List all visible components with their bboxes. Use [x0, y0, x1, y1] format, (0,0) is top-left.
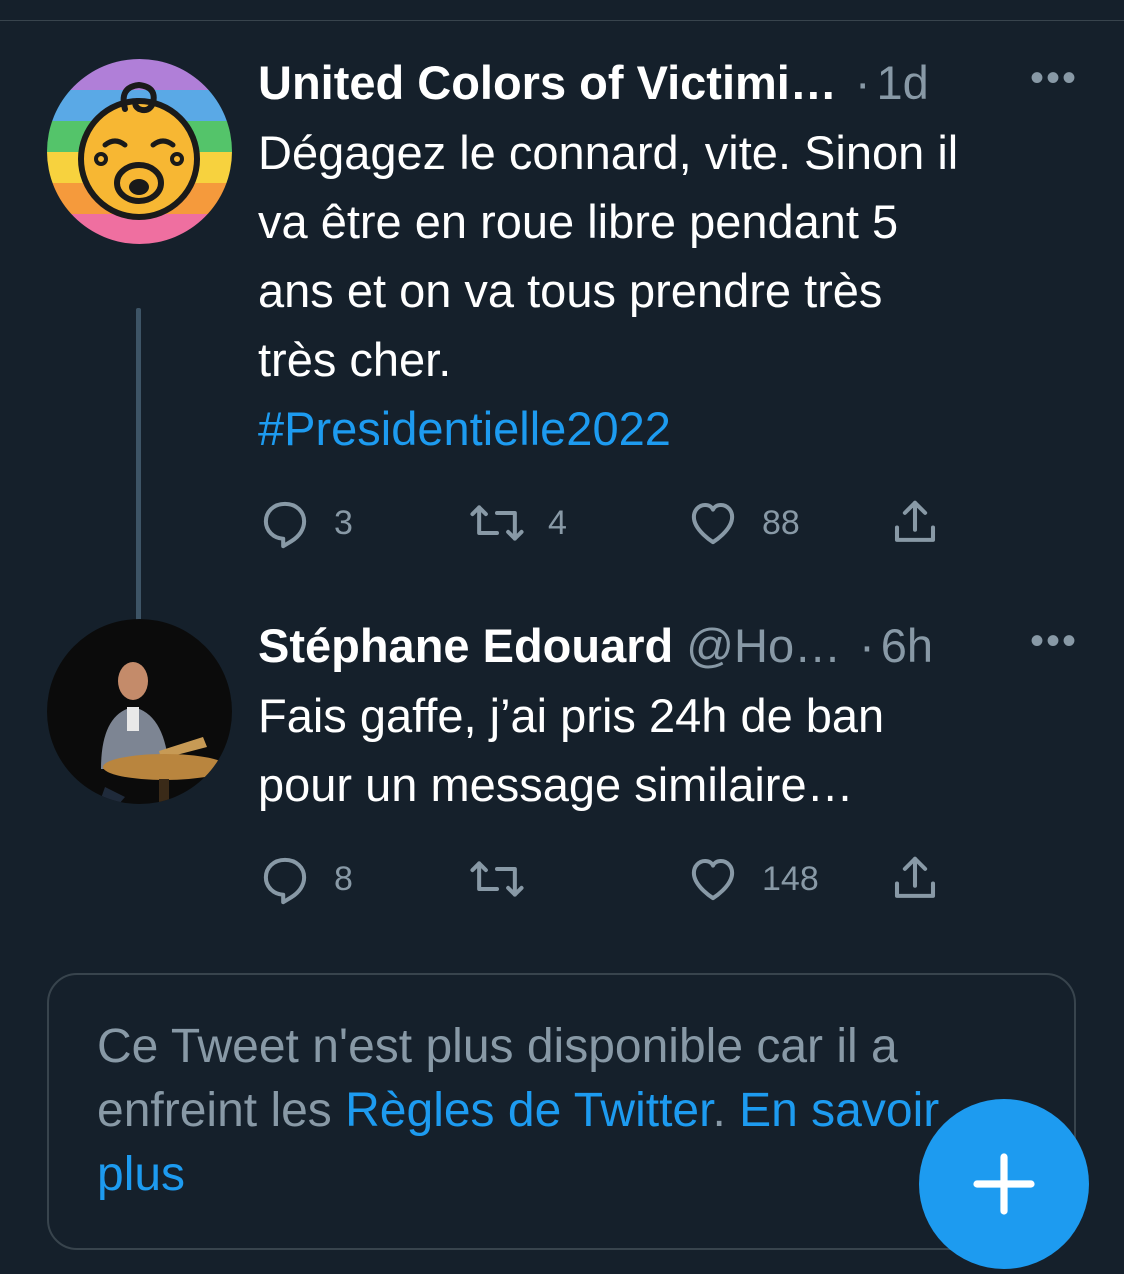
dot-separator: · [859, 619, 875, 672]
tweet-body: Stéphane Edouard @Ho… · 6h ••• Fais gaffe,… [258, 615, 1078, 909]
tweet-actions: 8 148 [258, 849, 1078, 909]
tweet-actions: 3 4 88 [258, 493, 1078, 553]
heart-icon [691, 502, 735, 545]
reply-button[interactable]: 3 [258, 493, 353, 553]
like-count: 88 [762, 503, 800, 542]
share-button[interactable] [888, 493, 942, 553]
retweet-icon [470, 505, 524, 541]
reply-button[interactable]: 8 [258, 849, 353, 909]
retweet-button[interactable] [468, 849, 548, 909]
person-photo-avatar-icon [47, 619, 232, 804]
tweet-text-content: Dégagez le connard, vite. Sinon il va êt… [258, 126, 959, 386]
more-icon[interactable]: ••• [1030, 615, 1078, 667]
thread-line [136, 308, 141, 658]
avatar[interactable] [47, 619, 232, 804]
like-button[interactable]: 88 [686, 493, 800, 553]
avatar[interactable] [47, 59, 232, 244]
more-icon[interactable]: ••• [1030, 52, 1078, 104]
rainbow-crying-baby-avatar-icon [47, 59, 232, 244]
share-icon [894, 500, 936, 542]
heart-icon [691, 858, 735, 901]
reply-count: 8 [334, 859, 353, 898]
notice-separator: . [712, 1084, 740, 1137]
reply-count: 3 [334, 503, 353, 542]
tweet-text: Fais gaffe, j’ai pris 24h de ban pour un… [258, 689, 885, 811]
like-button[interactable]: 148 [686, 849, 819, 909]
tweet-body: United Colors of Victimi… · 1d ••• Dégagez… [258, 52, 1078, 553]
hashtag-link[interactable]: #Presidentielle2022 [258, 394, 1078, 463]
retweet-button[interactable]: 4 [468, 493, 567, 553]
timeline: United Colors of Victimi… · 1d ••• Dégagez… [0, 0, 1124, 1274]
author-name[interactable]: Stéphane Edouard [258, 619, 673, 672]
dot-separator: · [854, 56, 871, 109]
share-icon [894, 856, 936, 898]
retweet-count: 4 [548, 503, 567, 542]
twitter-rules-link[interactable]: Règles de Twitter [345, 1084, 712, 1137]
tweet-text: Dégagez le connard, vite. Sinon il va êt… [258, 118, 1078, 463]
tweet-header: United Colors of Victimi… · 1d ••• [258, 52, 1078, 114]
like-count: 148 [762, 859, 819, 898]
plus-icon [973, 1153, 1035, 1215]
author-name[interactable]: United Colors of Victimi… [258, 56, 837, 109]
compose-tweet-button[interactable] [919, 1099, 1089, 1269]
share-button[interactable] [888, 849, 942, 909]
reply-icon [263, 501, 307, 549]
reply-icon [263, 857, 307, 905]
tweet-header: Stéphane Edouard @Ho… · 6h ••• [258, 615, 1078, 677]
timestamp[interactable]: 6h [881, 619, 933, 672]
author-handle[interactable]: @Ho… [686, 619, 841, 672]
divider [0, 20, 1124, 21]
timestamp[interactable]: 1d [877, 56, 929, 109]
retweet-icon [470, 861, 524, 897]
